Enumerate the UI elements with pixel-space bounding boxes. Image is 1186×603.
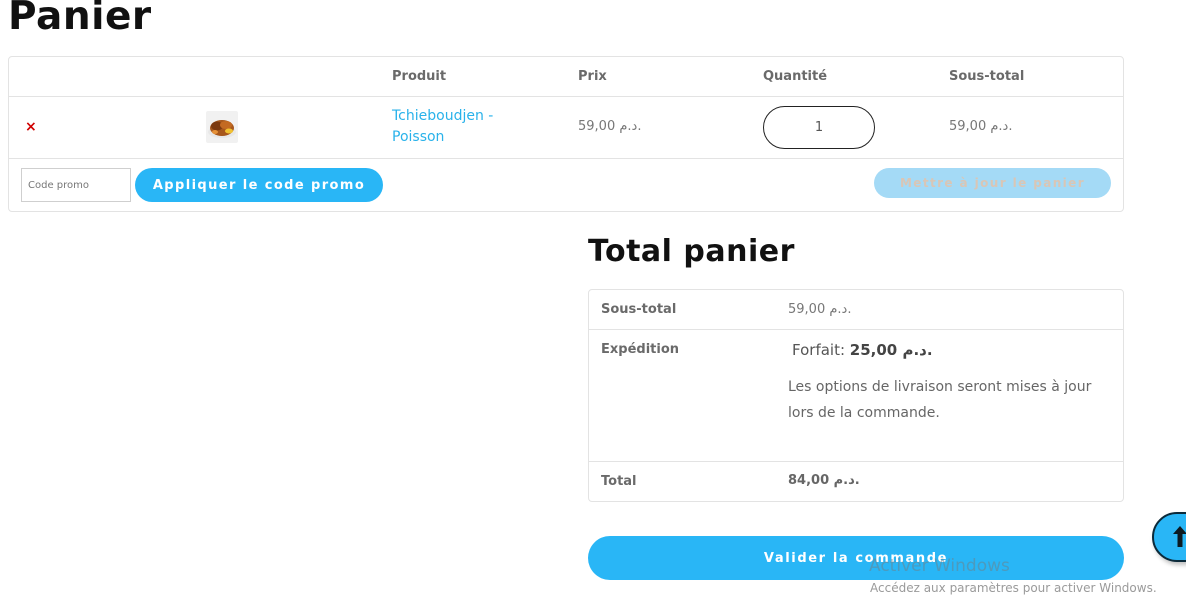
total-value: 84,00 د.م. — [788, 473, 860, 488]
totals-shipping-row: Expédition Forfait: 25,00 د.م. Les optio… — [589, 330, 1123, 462]
cart-item-row: × Tchieboudjen - Poisson 59,00 د.م. 59,0… — [9, 97, 1123, 159]
shipping-rate: Forfait: 25,00 د.م. — [792, 341, 933, 359]
header-product: Produit — [392, 69, 447, 84]
shipping-rate-value: 25,00 د.م. — [849, 341, 933, 359]
subtotal-value: 59,00 د.م. — [788, 302, 852, 317]
totals-subtotal-row: Sous-total 59,00 د.م. — [589, 290, 1123, 330]
product-link[interactable]: Tchieboudjen - Poisson — [392, 106, 532, 148]
update-cart-button[interactable]: Mettre à jour le panier — [874, 168, 1111, 198]
shipping-note: Les options de livraison seront mises à … — [788, 379, 1092, 421]
item-subtotal: 59,00 د.م. — [949, 119, 1013, 134]
checkout-button[interactable]: Valider la commande — [588, 536, 1124, 580]
quantity-input[interactable] — [763, 106, 875, 149]
shipping-label: Expédition — [601, 342, 680, 357]
cart-totals-table: Sous-total 59,00 د.م. Expédition Forfait… — [588, 289, 1124, 502]
header-price: Prix — [578, 69, 607, 84]
windows-activation-subtitle: Accédez aux paramètres pour activer Wind… — [870, 581, 1157, 595]
cart-table-header: Produit Prix Quantité Sous-total — [9, 57, 1123, 97]
totals-total-row: Total 84,00 د.م. — [589, 462, 1123, 503]
windows-activation-title: Activer Windows — [869, 556, 1010, 576]
page-title: Panier — [8, 0, 152, 39]
total-label: Total — [601, 474, 637, 489]
product-thumbnail[interactable] — [206, 111, 238, 143]
header-subtotal: Sous-total — [949, 69, 1025, 84]
cart-totals-title: Total panier — [588, 234, 795, 269]
cart-table: Produit Prix Quantité Sous-total × Tchie… — [8, 56, 1124, 212]
arrow-up-icon — [1173, 526, 1186, 547]
header-quantity: Quantité — [763, 69, 828, 84]
item-price: 59,00 د.م. — [578, 119, 642, 134]
subtotal-label: Sous-total — [601, 302, 677, 317]
shipping-rate-label: Forfait: — [792, 341, 846, 359]
coupon-code-input[interactable] — [21, 168, 131, 202]
apply-coupon-button[interactable]: Appliquer le code promo — [135, 168, 383, 202]
scroll-to-top-button[interactable] — [1152, 512, 1186, 562]
remove-item-icon[interactable]: × — [25, 119, 37, 135]
